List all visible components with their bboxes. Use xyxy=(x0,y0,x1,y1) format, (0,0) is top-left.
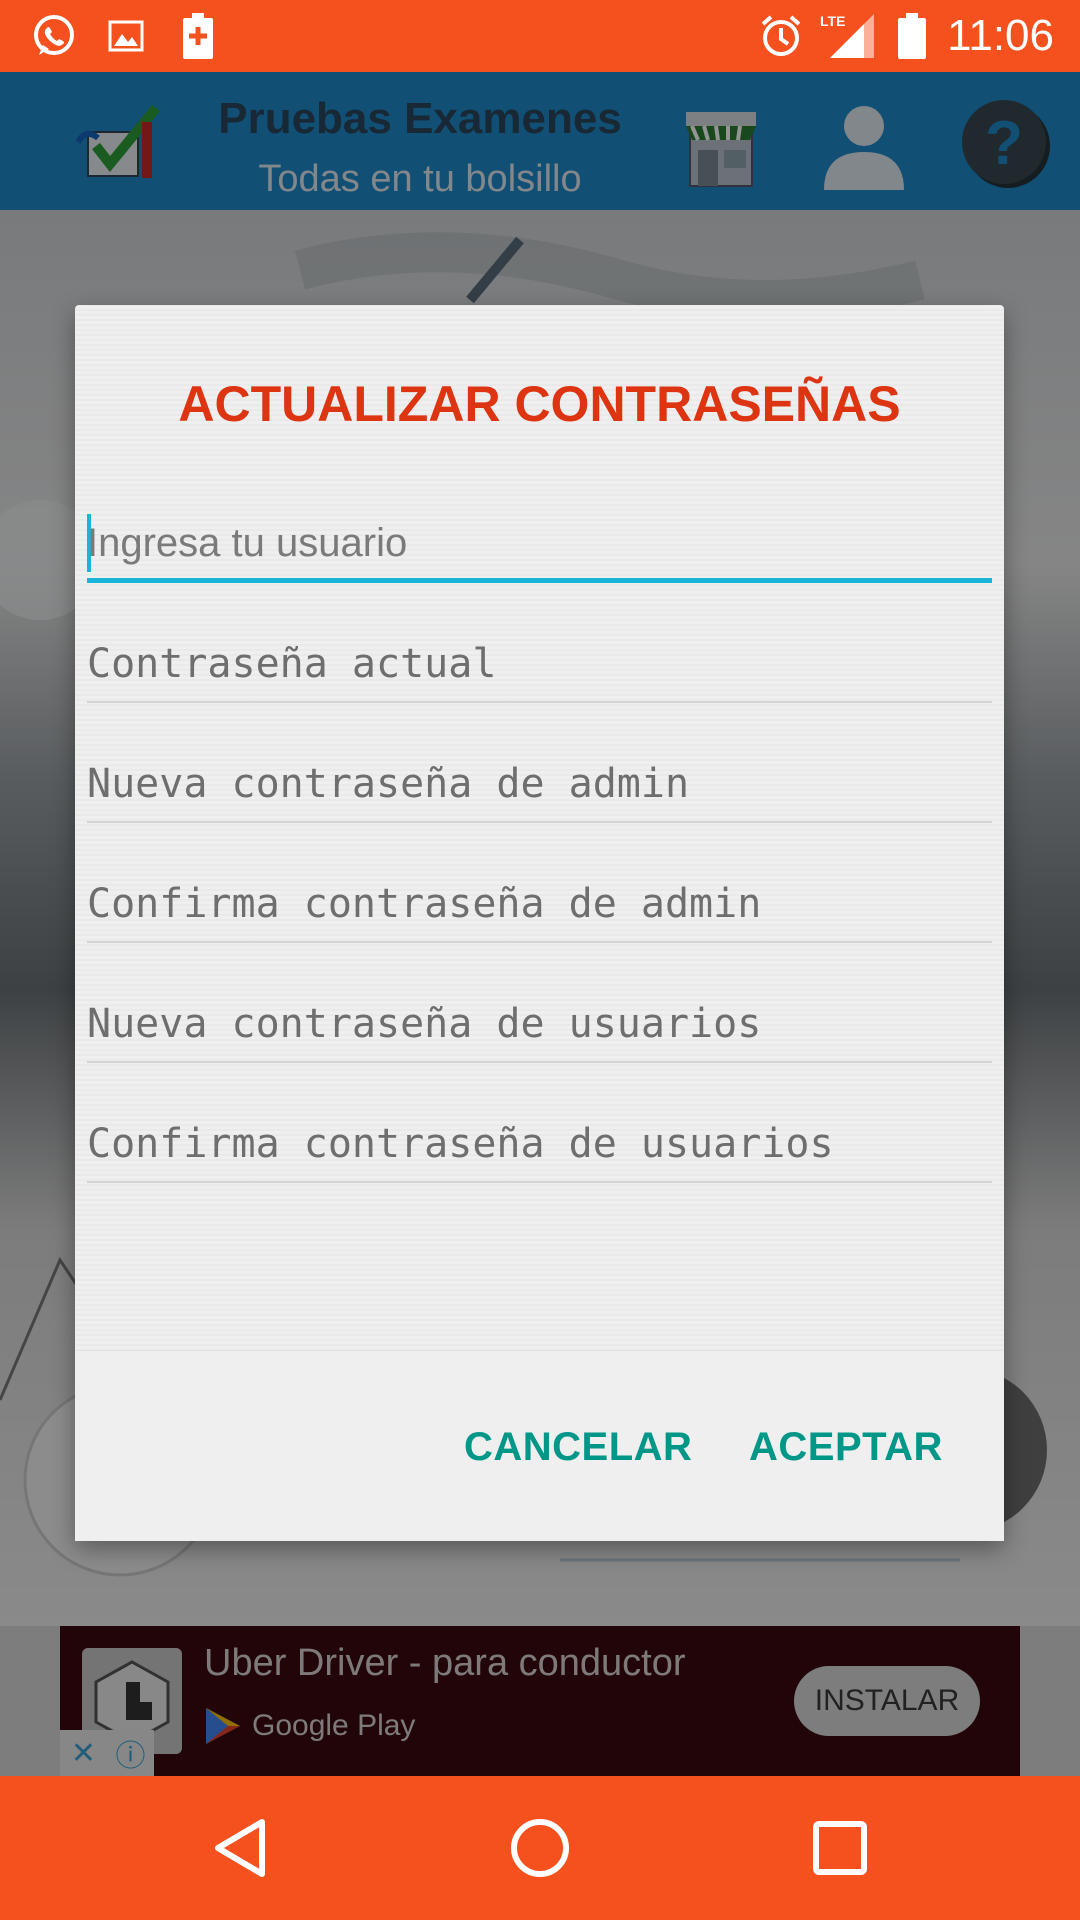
image-icon xyxy=(106,12,146,60)
alarm-icon xyxy=(758,12,804,60)
battery-saver-icon xyxy=(180,12,216,60)
current-password-placeholder: Contraseña actual xyxy=(87,641,497,687)
confirm-users-password-input[interactable]: Confirma contraseña de usuarios xyxy=(87,1103,992,1183)
username-placeholder: Ingresa tu usuario xyxy=(87,521,408,565)
clock: 11:06 xyxy=(947,11,1054,60)
recents-icon[interactable] xyxy=(804,1812,876,1884)
update-passwords-dialog: ACTUALIZAR CONTRASEÑAS Ingresa tu usuari… xyxy=(75,305,1004,1541)
whatsapp-icon xyxy=(28,12,80,60)
confirm-admin-password-input[interactable]: Confirma contraseña de admin xyxy=(87,863,992,943)
battery-icon xyxy=(896,12,928,60)
network-type-label: LTE xyxy=(820,13,845,29)
back-icon[interactable] xyxy=(204,1812,276,1884)
navigation-bar xyxy=(0,1776,1080,1920)
new-users-password-input[interactable]: Nueva contraseña de usuarios xyxy=(87,983,992,1063)
signal-icon: LTE xyxy=(820,12,876,60)
new-admin-password-placeholder: Nueva contraseña de admin xyxy=(87,761,690,807)
new-admin-password-input[interactable]: Nueva contraseña de admin xyxy=(87,743,992,823)
cancel-button[interactable]: CANCELAR xyxy=(464,1425,692,1470)
username-input[interactable]: Ingresa tu usuario xyxy=(87,503,992,583)
accept-button[interactable]: ACEPTAR xyxy=(749,1425,943,1470)
current-password-input[interactable]: Contraseña actual xyxy=(87,623,992,703)
confirm-users-password-placeholder: Confirma contraseña de usuarios xyxy=(87,1121,834,1167)
status-bar: LTE 11:06 xyxy=(0,0,1080,72)
confirm-admin-password-placeholder: Confirma contraseña de admin xyxy=(87,881,762,927)
dialog-title: ACTUALIZAR CONTRASEÑAS xyxy=(178,376,901,432)
home-icon[interactable] xyxy=(504,1812,576,1884)
new-users-password-placeholder: Nueva contraseña de usuarios xyxy=(87,1001,762,1047)
